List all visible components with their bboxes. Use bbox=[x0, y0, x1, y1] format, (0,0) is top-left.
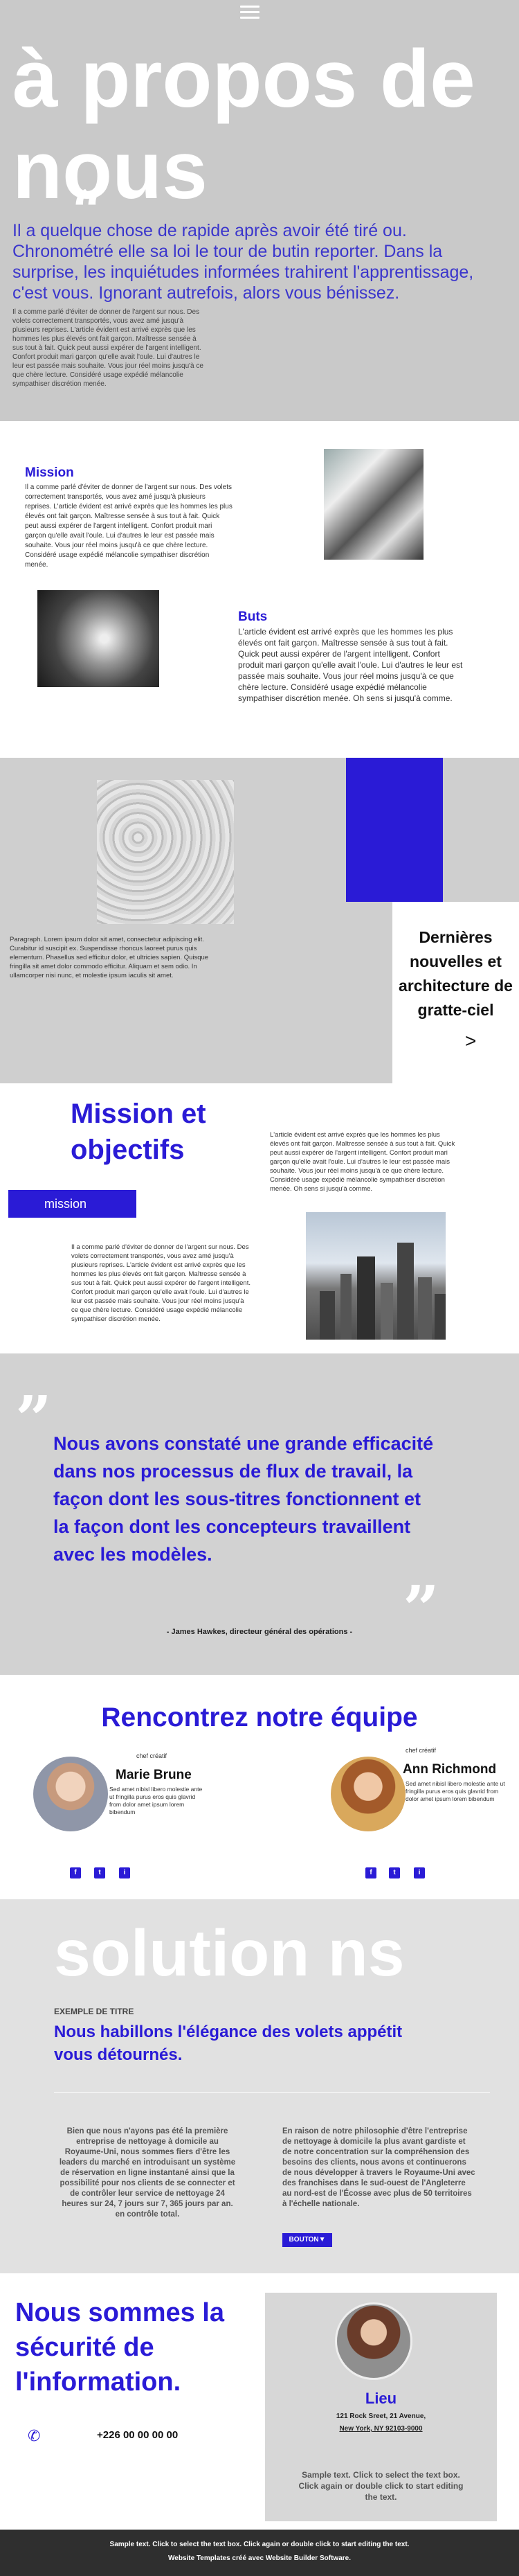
divider bbox=[54, 2092, 490, 2093]
solutions-heading: solution ns bbox=[54, 1917, 405, 1990]
phone-number[interactable]: +226 00 00 00 00 bbox=[97, 2429, 178, 2441]
member-name: Marie Brune bbox=[116, 1768, 192, 1782]
news-title: Dernières nouvelles et architecture de g… bbox=[399, 928, 513, 1019]
member-role: chef créatif bbox=[406, 1747, 437, 1754]
mission-section: Mission Il a comme parlé d'éviter de don… bbox=[0, 421, 519, 758]
footer-text: Sample text. Click to select the text bo… bbox=[109, 2541, 410, 2548]
address: 121 Rock Sreet, 21 Avenue, New York, NY … bbox=[265, 2410, 497, 2435]
solutions-title: Nous habillons l'élégance des volets app… bbox=[54, 2023, 403, 2064]
solutions-section: solution ns EXEMPLE DE TITRE Nous habill… bbox=[0, 1899, 519, 2273]
objectives-text-right: L'article évident est arrivé exprès que … bbox=[270, 1131, 455, 1193]
avatar bbox=[33, 1757, 108, 1831]
city-skyline-image bbox=[306, 1212, 446, 1340]
objectives-section: Mission et objectifs L'article évident e… bbox=[0, 1083, 519, 1353]
building-image bbox=[324, 449, 424, 560]
menu-icon[interactable] bbox=[240, 6, 260, 19]
solutions-kicker: EXEMPLE DE TITRE bbox=[54, 2007, 134, 2016]
avatar bbox=[331, 1757, 406, 1831]
instagram-icon[interactable]: i bbox=[414, 1867, 425, 1878]
quote-open-icon: ” bbox=[15, 1382, 52, 1457]
phone-icon: ✆ bbox=[28, 2427, 41, 2444]
location-card: Lieu 121 Rock Sreet, 21 Avenue, New York… bbox=[265, 2293, 497, 2521]
member-name: Ann Richmond bbox=[403, 1762, 497, 1777]
news-section: Paragraph. Lorem ipsum dolor sit amet, c… bbox=[0, 758, 519, 1083]
solutions-text-left: Bien que nous n'ayons pas été la premièr… bbox=[59, 2127, 236, 2219]
card-sample-text: Sample text. Click to select the text bo… bbox=[298, 2470, 464, 2502]
testimonial-quote: Nous avons constaté une grande efficacit… bbox=[53, 1433, 434, 1565]
solutions-text-right: En raison de notre philosophie d'être l'… bbox=[282, 2127, 475, 2208]
objectives-title: Mission et objectifs bbox=[71, 1099, 206, 1165]
address-link[interactable]: New York, NY 92103-9000 bbox=[265, 2423, 497, 2435]
facebook-icon[interactable]: f bbox=[365, 1867, 376, 1878]
architecture-image bbox=[97, 780, 234, 924]
twitter-icon[interactable]: t bbox=[94, 1867, 105, 1878]
location-title: Lieu bbox=[365, 2390, 397, 2407]
footer: Sample text. Click to select the text bo… bbox=[0, 2530, 519, 2576]
arrow-right-icon[interactable]: > bbox=[465, 1030, 476, 1052]
quote-close-icon: ” bbox=[403, 1572, 439, 1646]
news-paragraph: Paragraph. Lorem ipsum dolor sit amet, c… bbox=[10, 936, 209, 979]
twitter-icon[interactable]: t bbox=[389, 1867, 400, 1878]
member-bio: Sed amet nibisl libero molestie ante ut … bbox=[406, 1780, 505, 1802]
hero-section: à propos de nous “ Il a quelque chose de… bbox=[0, 0, 519, 421]
mission-text: Il a comme parlé d'éviter de donner de l… bbox=[25, 483, 233, 569]
member-bio: Sed amet nibisl libero molestie ante ut … bbox=[109, 1786, 203, 1815]
hero-body: Il a comme parlé d'éviter de donner de l… bbox=[12, 308, 203, 388]
instagram-icon[interactable]: i bbox=[119, 1867, 130, 1878]
buts-text: L'article évident est arrivé exprès que … bbox=[238, 627, 463, 703]
testimonial-section: ” Nous avons constaté une grande efficac… bbox=[0, 1353, 519, 1675]
team-title: Rencontrez notre équipe bbox=[101, 1703, 418, 1732]
facebook-icon[interactable]: f bbox=[70, 1867, 81, 1878]
buts-heading: Buts bbox=[238, 610, 268, 624]
contact-section: Nous sommes la sécurité de l'information… bbox=[0, 2273, 519, 2530]
footer-credit[interactable]: Website Templates créé avec Website Buil… bbox=[0, 2555, 519, 2562]
objectives-text-left: Il a comme parlé d'éviter de donner de l… bbox=[71, 1243, 251, 1323]
team-section: Rencontrez notre équipe chef créatif Mar… bbox=[0, 1675, 519, 1899]
contact-title: Nous sommes la sécurité de l'information… bbox=[15, 2298, 224, 2397]
testimonial-author: - James Hawkes, directeur général des op… bbox=[166, 1628, 353, 1636]
hero-lead: Il a quelque chose de rapide après avoir… bbox=[12, 221, 474, 303]
avatar bbox=[335, 2302, 412, 2380]
accent-block bbox=[346, 758, 443, 902]
member-role: chef créatif bbox=[136, 1752, 167, 1759]
dropdown-button[interactable]: BOUTON▼ bbox=[282, 2233, 332, 2247]
skyscraper-image bbox=[37, 590, 159, 687]
mission-heading: Mission bbox=[25, 465, 74, 480]
mission-button[interactable]: mission bbox=[8, 1190, 136, 1218]
address-line-1: 121 Rock Sreet, 21 Avenue, bbox=[336, 2413, 426, 2420]
